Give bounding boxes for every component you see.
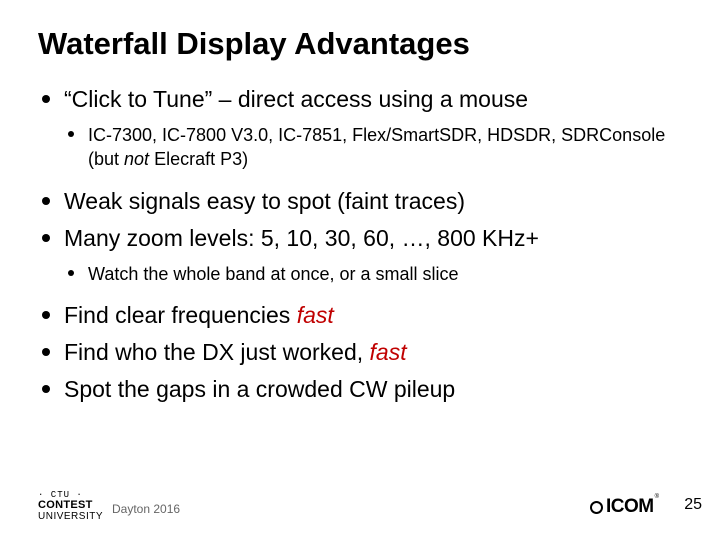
sub-bullet-item: Watch the whole band at once, or a small… <box>64 262 682 286</box>
sub-bullet-list: Watch the whole band at once, or a small… <box>64 262 682 286</box>
bullet-text: Many zoom levels: 5, 10, 30, 60, …, 800 … <box>64 225 539 251</box>
bullet-item: Many zoom levels: 5, 10, 30, 60, …, 800 … <box>38 223 682 286</box>
bullet-text: “Click to Tune” – direct access using a … <box>64 86 528 112</box>
emphasis-fast: fast <box>297 302 334 328</box>
bullet-item: Spot the gaps in a crowded CW pileup <box>38 374 682 405</box>
bullet-text: Find clear frequencies <box>64 302 297 328</box>
icom-text: ICOM <box>606 496 654 518</box>
bullet-text: Find who the DX just worked, <box>64 339 370 365</box>
sub-bullet-text: Watch the whole band at once, or a small… <box>88 264 459 284</box>
sub-bullet-item: IC-7300, IC-7800 V3.0, IC-7851, Flex/Sma… <box>64 123 682 172</box>
slide-footer: · CTU · CONTEST UNIVERSITY Dayton 2016 I… <box>0 480 720 526</box>
logo-university-line: UNIVERSITY <box>38 512 103 523</box>
bullet-list: “Click to Tune” – direct access using a … <box>38 84 682 405</box>
bullet-item: “Click to Tune” – direct access using a … <box>38 84 682 172</box>
slide-title: Waterfall Display Advantages <box>38 26 682 62</box>
bullet-item: Weak signals easy to spot (faint traces) <box>38 186 682 217</box>
bullet-text: Weak signals easy to spot (faint traces) <box>64 188 465 214</box>
footer-venue-text: Dayton 2016 <box>112 502 180 516</box>
slide: Waterfall Display Advantages “Click to T… <box>0 0 720 540</box>
italic-word: not <box>124 149 149 169</box>
circle-icon <box>590 501 603 514</box>
sub-bullet-tail: Elecraft P3) <box>149 149 248 169</box>
bullet-item: Find who the DX just worked, fast <box>38 337 682 368</box>
bullet-item: Find clear frequencies fast <box>38 300 682 331</box>
contest-university-logo: · CTU · CONTEST UNIVERSITY <box>38 491 103 522</box>
logo-contest-line: CONTEST <box>38 500 103 512</box>
sub-bullet-list: IC-7300, IC-7800 V3.0, IC-7851, Flex/Sma… <box>64 123 682 172</box>
emphasis-fast: fast <box>370 339 407 365</box>
registered-mark: ® <box>655 494 659 500</box>
bullet-text: Spot the gaps in a crowded CW pileup <box>64 376 455 402</box>
page-number: 25 <box>684 496 702 514</box>
icom-logo: ICOM ® <box>590 496 658 518</box>
